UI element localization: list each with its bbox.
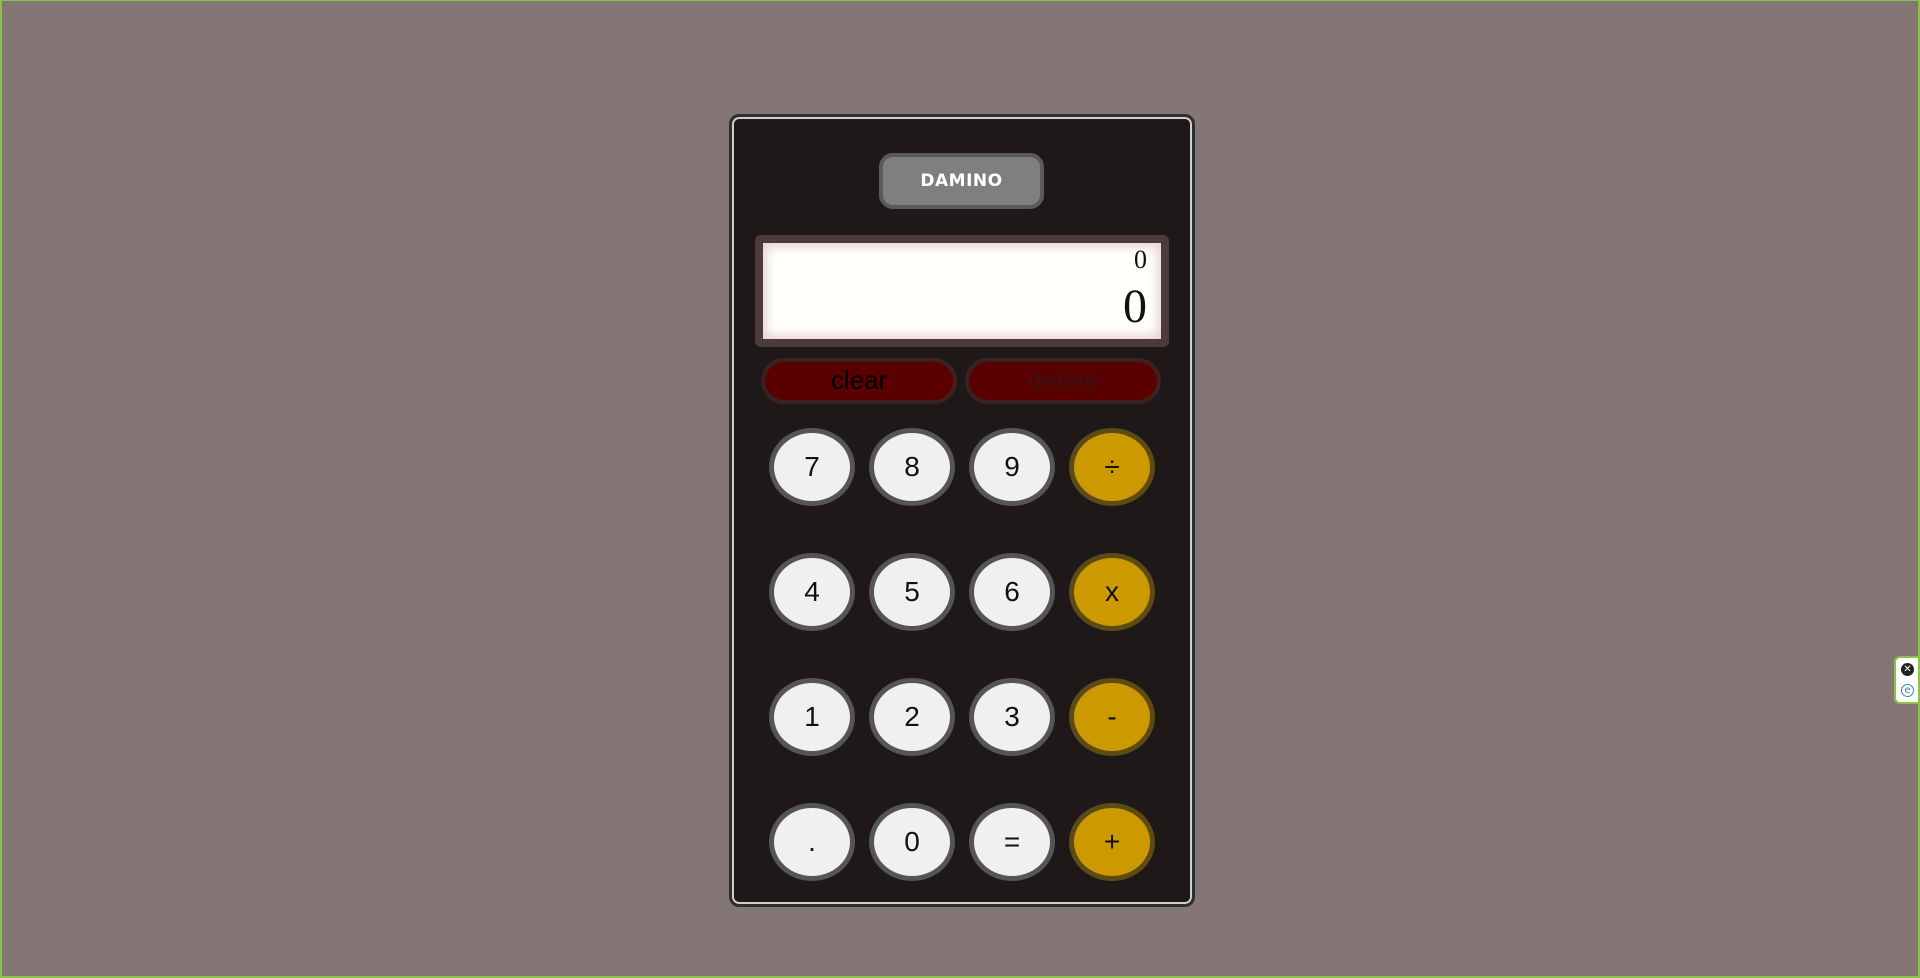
display-screen: 0 0 bbox=[763, 243, 1161, 339]
key-subtract[interactable]: - bbox=[1069, 678, 1155, 756]
key-equals[interactable]: = bbox=[969, 803, 1055, 881]
key-1[interactable]: 1 bbox=[769, 678, 855, 756]
calculator: DAMINO 0 0 clear delete 7 8 9 ÷ 4 5 6 x … bbox=[729, 114, 1195, 907]
display: 0 0 bbox=[755, 235, 1169, 347]
key-6[interactable]: 6 bbox=[969, 553, 1055, 631]
close-icon[interactable]: ✕ bbox=[1901, 663, 1914, 676]
key-0[interactable]: 0 bbox=[869, 803, 955, 881]
key-3[interactable]: 3 bbox=[969, 678, 1055, 756]
key-7[interactable]: 7 bbox=[769, 428, 855, 506]
key-8[interactable]: 8 bbox=[869, 428, 955, 506]
extension-side-widget: ✕ e bbox=[1894, 656, 1918, 704]
page: { "brand": { "label": "DAMINO" }, "displ… bbox=[0, 0, 1920, 978]
previous-operand: 0 bbox=[1134, 245, 1147, 274]
key-multiply[interactable]: x bbox=[1069, 553, 1155, 631]
key-2[interactable]: 2 bbox=[869, 678, 955, 756]
extension-icon[interactable]: e bbox=[1901, 684, 1914, 697]
clear-button[interactable]: clear bbox=[761, 358, 957, 404]
current-operand: 0 bbox=[1123, 280, 1147, 333]
key-decimal[interactable]: . bbox=[769, 803, 855, 881]
key-add[interactable]: + bbox=[1069, 803, 1155, 881]
key-9[interactable]: 9 bbox=[969, 428, 1055, 506]
key-5[interactable]: 5 bbox=[869, 553, 955, 631]
delete-button[interactable]: delete bbox=[965, 358, 1161, 404]
key-divide[interactable]: ÷ bbox=[1069, 428, 1155, 506]
brand-badge: DAMINO bbox=[879, 153, 1044, 209]
key-4[interactable]: 4 bbox=[769, 553, 855, 631]
